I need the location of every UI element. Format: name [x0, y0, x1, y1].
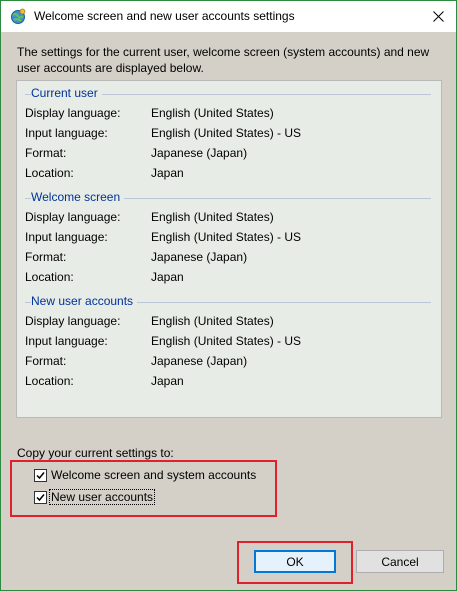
setting-row: Format: Japanese (Japan) [17, 354, 441, 374]
close-button[interactable] [420, 1, 456, 32]
checkbox-label: New user accounts [48, 489, 156, 505]
setting-key: Location: [25, 166, 74, 180]
setting-value: English (United States) [151, 106, 274, 120]
setting-key: Input language: [25, 126, 108, 140]
checkbox[interactable] [34, 490, 47, 504]
setting-key: Input language: [25, 230, 108, 244]
setting-key: Display language: [25, 106, 121, 120]
setting-row: Format: Japanese (Japan) [17, 250, 441, 270]
intro-text: The settings for the current user, welco… [17, 45, 430, 75]
setting-value: English (United States) - US [151, 126, 302, 140]
setting-value: Japan [151, 270, 184, 284]
setting-value: Japan [151, 166, 184, 180]
setting-key: Display language: [25, 314, 121, 328]
cancel-button[interactable]: Cancel [356, 550, 444, 573]
checkbox[interactable] [34, 468, 47, 482]
globe-settings-icon [11, 8, 26, 24]
checkbox-new-user-accounts[interactable]: New user accounts [34, 489, 156, 505]
setting-value: Japan [151, 374, 184, 388]
setting-key: Location: [25, 374, 74, 388]
setting-value: Japanese (Japan) [151, 354, 248, 368]
window-title: Welcome screen and new user accounts set… [34, 9, 295, 23]
setting-row: Display language: English (United States… [17, 106, 441, 126]
section-heading: Welcome screen [31, 190, 125, 204]
close-icon [432, 11, 444, 22]
setting-key: Format: [25, 354, 67, 368]
setting-value: Japanese (Japan) [151, 146, 248, 160]
setting-row: Location: Japan [17, 270, 441, 290]
ok-button[interactable]: OK [254, 550, 336, 573]
setting-key: Display language: [25, 210, 121, 224]
setting-row: Input language: English (United States) … [17, 126, 441, 146]
setting-key: Format: [25, 146, 67, 160]
setting-row: Input language: English (United States) … [17, 230, 441, 250]
setting-value: English (United States) [151, 210, 274, 224]
settings-panel: Current user Display language: English (… [16, 80, 442, 418]
setting-row: Location: Japan [17, 166, 441, 186]
setting-row: Format: Japanese (Japan) [17, 146, 441, 166]
section-heading: New user accounts [31, 294, 138, 308]
setting-row: Display language: English (United States… [17, 314, 441, 334]
dialog-window: Welcome screen and new user accounts set… [0, 0, 457, 591]
dialog-body: The settings for the current user, welco… [1, 32, 456, 590]
checkmark-icon [36, 493, 45, 501]
checkbox-welcome-screen[interactable]: Welcome screen and system accounts [34, 467, 257, 483]
title-bar: Welcome screen and new user accounts set… [1, 1, 456, 32]
setting-key: Input language: [25, 334, 108, 348]
setting-value: English (United States) - US [151, 334, 302, 348]
setting-key: Format: [25, 250, 67, 264]
checkmark-icon [36, 471, 45, 479]
checkbox-label: Welcome screen and system accounts [51, 468, 257, 482]
setting-value: Japanese (Japan) [151, 250, 248, 264]
setting-row: Input language: English (United States) … [17, 334, 441, 354]
setting-value: English (United States) [151, 314, 274, 328]
setting-row: Display language: English (United States… [17, 210, 441, 230]
setting-key: Location: [25, 270, 74, 284]
copy-settings-label: Copy your current settings to: [17, 446, 174, 460]
setting-value: English (United States) - US [151, 230, 302, 244]
section-heading: Current user [31, 86, 102, 100]
setting-row: Location: Japan [17, 374, 441, 394]
